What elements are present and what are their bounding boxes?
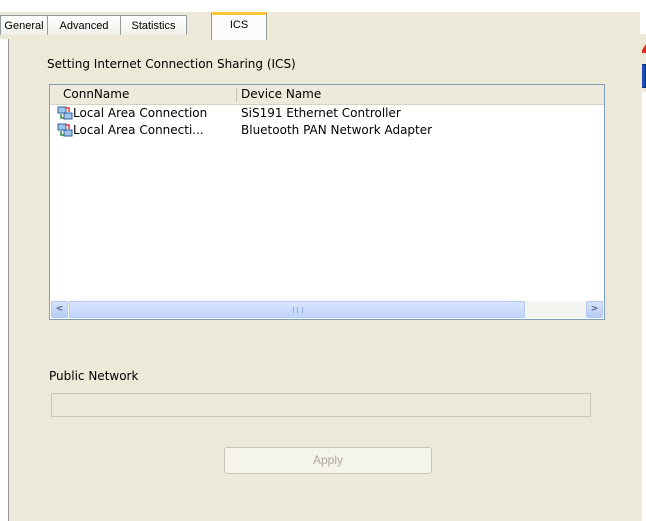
grip-icon	[293, 307, 303, 313]
tab-general[interactable]: General	[0, 15, 48, 35]
public-network-field[interactable]	[51, 393, 591, 417]
connection-list[interactable]: ConnName Device Name Local Area Connecti…	[49, 84, 605, 320]
ics-panel: Setting Internet Connection Sharing (ICS…	[8, 39, 642, 521]
scroll-left-icon[interactable]: <	[51, 301, 68, 318]
column-header-connname[interactable]: ConnName	[55, 85, 236, 104]
apply-button[interactable]: Apply	[224, 447, 432, 474]
ics-section-title: Setting Internet Connection Sharing (ICS…	[47, 57, 296, 71]
list-header: ConnName Device Name	[50, 85, 604, 105]
connection-name: Local Area Connection	[73, 106, 208, 120]
network-connection-icon	[57, 123, 73, 137]
tab-ics[interactable]: ICS	[211, 12, 267, 40]
scroll-right-icon[interactable]: >	[586, 301, 603, 318]
tab-statistics[interactable]: Statistics	[120, 15, 187, 35]
list-item[interactable]: Local Area Connection SiS191 Ethernet Co…	[50, 105, 604, 121]
scroll-thumb[interactable]	[69, 301, 525, 318]
device-name: SiS191 Ethernet Controller	[241, 106, 401, 120]
connection-name: Local Area Connecti...	[73, 123, 204, 137]
tab-advanced[interactable]: Advanced	[47, 15, 121, 35]
column-header-device-name[interactable]: Device Name	[233, 85, 533, 104]
network-connection-icon	[57, 106, 73, 120]
horizontal-scrollbar[interactable]: < >	[51, 301, 603, 318]
device-name: Bluetooth PAN Network Adapter	[241, 123, 433, 137]
public-network-label: Public Network	[49, 369, 139, 383]
tab-strip: General Advanced Statistics ICS	[0, 12, 640, 40]
list-item[interactable]: Local Area Connecti... Bluetooth PAN Net…	[50, 122, 604, 138]
